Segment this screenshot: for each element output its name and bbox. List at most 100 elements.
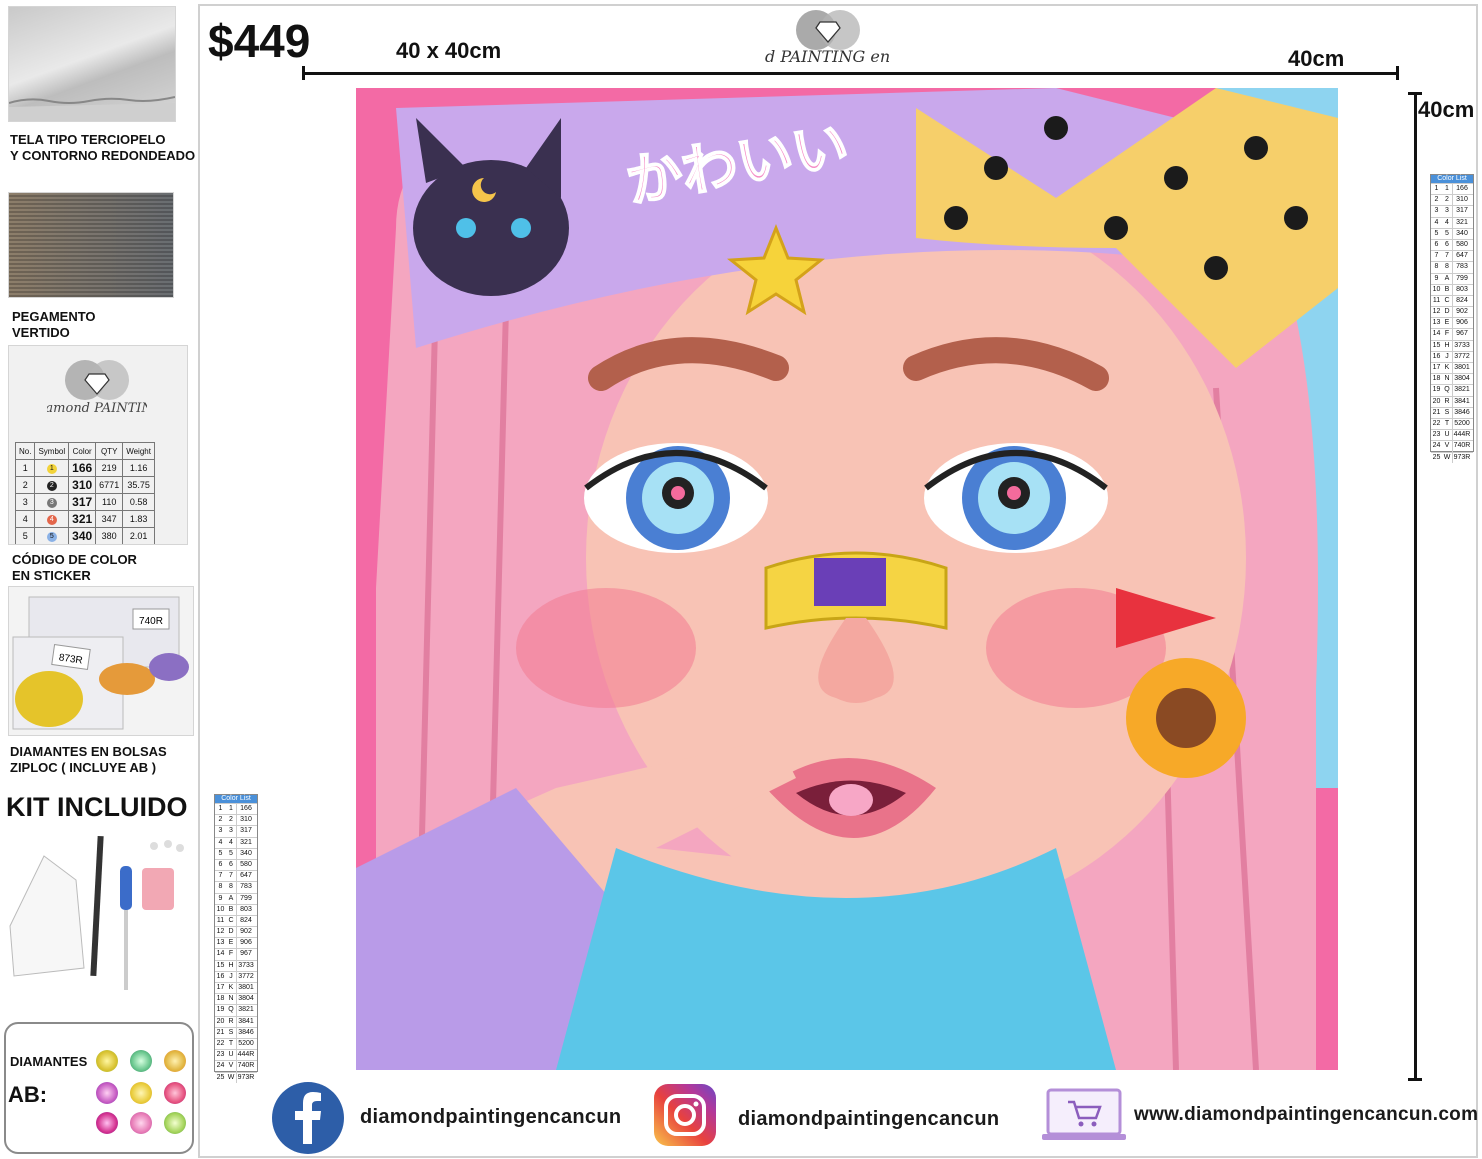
color-list-symbol: D	[1444, 308, 1450, 316]
glue-canvas-photo	[8, 192, 174, 298]
color-list-number: 5	[1434, 229, 1439, 237]
website-url[interactable]: www.diamondpaintingencancun.com	[1134, 1104, 1478, 1126]
sticker-cell: 5	[34, 527, 70, 544]
color-list-code: 906	[1452, 318, 1471, 329]
color-list-number: 17	[216, 984, 225, 991]
velvet-fabric-photo	[8, 6, 176, 122]
color-list-symbol: 3	[1445, 207, 1449, 215]
color-list-symbol: 5	[229, 849, 233, 857]
color-list-number: 18	[1432, 375, 1441, 383]
color-list-row: 13 E 906	[215, 937, 257, 949]
color-list-code: 803	[236, 904, 255, 915]
color-list-code: 3801	[236, 983, 255, 994]
color-list-row: 13 E 906	[1431, 317, 1473, 329]
color-list-row: 9 A 799	[1431, 272, 1473, 284]
color-list-row: 5 5 340	[1431, 227, 1473, 239]
color-list-number: 8	[218, 883, 223, 891]
color-list-number: 5	[218, 849, 223, 857]
sticker-cell: 166	[68, 459, 97, 477]
color-list-row: 12 D 902	[1431, 306, 1473, 318]
color-list-number: 24	[1432, 442, 1441, 450]
color-list-row: 8 8 783	[1431, 261, 1473, 273]
color-list-code: 973R	[1452, 452, 1471, 463]
color-list-symbol: 6	[229, 860, 233, 868]
color-list-code: 444R	[236, 1050, 255, 1061]
sticker-caption-line2: EN STICKER	[12, 568, 91, 583]
color-list-number: 17	[1432, 364, 1441, 371]
sticker-cell: 5	[14, 527, 36, 544]
sticker-cell: 321	[68, 510, 97, 528]
color-list-row: 9 A 799	[215, 892, 257, 904]
color-list-symbol: W	[227, 1073, 235, 1081]
ab-gem-yellow	[96, 1050, 118, 1072]
sticker-row: 1 1 166 219 1.16	[14, 459, 155, 477]
color-list-number: 22	[216, 1039, 225, 1047]
color-list-code: 3772	[236, 971, 255, 982]
color-list-number: 2	[1434, 196, 1439, 204]
sticker-row: 2 2 310 6771 35.75	[14, 476, 155, 494]
color-list-symbol: E	[228, 939, 234, 947]
width-line-cap-right	[1396, 66, 1399, 80]
color-list-number: 25	[216, 1073, 225, 1081]
color-list-code: 321	[1452, 217, 1471, 228]
color-list-row: 25 W 973R	[1431, 451, 1473, 463]
color-list-symbol: C	[228, 916, 234, 924]
color-list-number: 15	[1432, 341, 1441, 349]
color-list-number: 19	[1432, 386, 1441, 394]
color-list-symbol: R	[1444, 397, 1450, 405]
color-list-row: 10 B 803	[1431, 283, 1473, 295]
color-list-row: 4 4 321	[215, 836, 257, 848]
symbol-dot: 1	[46, 464, 57, 474]
color-list-code: 444R	[1452, 430, 1471, 441]
velvet-caption: TELA TIPO TERCIOPELO Y CONTORNO REDONDEA…	[10, 132, 195, 164]
color-list-code: 321	[236, 837, 255, 848]
facebook-handle[interactable]: diamondpaintingencancun	[360, 1106, 621, 1129]
color-list-row: 18 N 3804	[215, 993, 257, 1005]
color-list-symbol: T	[228, 1039, 234, 1047]
color-list-row: 20 R 3841	[215, 1015, 257, 1027]
color-list-number: 16	[216, 972, 225, 980]
color-list-code: 580	[236, 859, 255, 871]
svg-text:Diamond PAINTING: Diamond PAINTING	[47, 401, 147, 416]
color-list-row: 17 K 3801	[215, 982, 257, 994]
bag-label-740r: 740R	[139, 616, 163, 627]
sticker-cell: 0.58	[122, 493, 155, 511]
color-list-symbol: 7	[1445, 252, 1449, 260]
color-list-number: 10	[216, 905, 225, 913]
symbol-dot: 2	[46, 481, 57, 491]
sticker-cell: 6771	[95, 476, 124, 494]
color-list-number: 14	[1432, 330, 1441, 338]
color-list-code: 906	[236, 938, 255, 949]
color-list-row: 24 V 740R	[215, 1060, 257, 1072]
color-list-row: 5 5 340	[215, 847, 257, 859]
instagram-icon[interactable]	[654, 1084, 716, 1146]
color-list-row: 19 Q 3821	[215, 1004, 257, 1016]
sticker-cell: 1	[34, 459, 70, 477]
color-list-number: 15	[216, 961, 225, 969]
sticker-row: 3 3 317 110 0.58	[14, 493, 155, 511]
color-list-symbol: 5	[1445, 229, 1449, 237]
size-label: 40 x 40cm	[396, 38, 502, 63]
color-list-symbol: H	[228, 961, 234, 969]
color-list-code: 799	[236, 893, 255, 904]
ab-gem-purple	[96, 1082, 118, 1104]
color-list-number: 1	[1434, 185, 1439, 192]
color-list-number: 12	[216, 928, 225, 936]
color-list-row: 1 1 166	[1431, 183, 1473, 195]
sticker-cell: 2.01	[122, 527, 155, 544]
color-list-number: 12	[1432, 308, 1441, 316]
brand-logo: Diamond PAINTING en cancún	[764, 10, 892, 66]
color-list-row: 21 S 3846	[215, 1026, 257, 1038]
color-list-sticker-right: Color List 1 1 166 2 2 310 3 3 317 4 4 321 5 5 340 6 6 58…	[1430, 174, 1474, 463]
color-list-code: 824	[236, 915, 255, 927]
color-list-code: 803	[1452, 284, 1471, 295]
glue-caption: PEGAMENTO VERTIDO	[12, 309, 96, 341]
color-list-symbol: 2	[1445, 196, 1449, 204]
color-list-code: 967	[236, 949, 255, 960]
brand-logo-text: Diamond PAINTING en cancún	[764, 47, 892, 66]
facebook-icon[interactable]	[272, 1082, 344, 1154]
shopping-cart-icon[interactable]	[1042, 1088, 1126, 1142]
instagram-handle[interactable]: diamondpaintingencancun	[738, 1108, 999, 1131]
sticker-cell: 219	[95, 459, 124, 477]
sticker-cell: 317	[68, 493, 97, 511]
